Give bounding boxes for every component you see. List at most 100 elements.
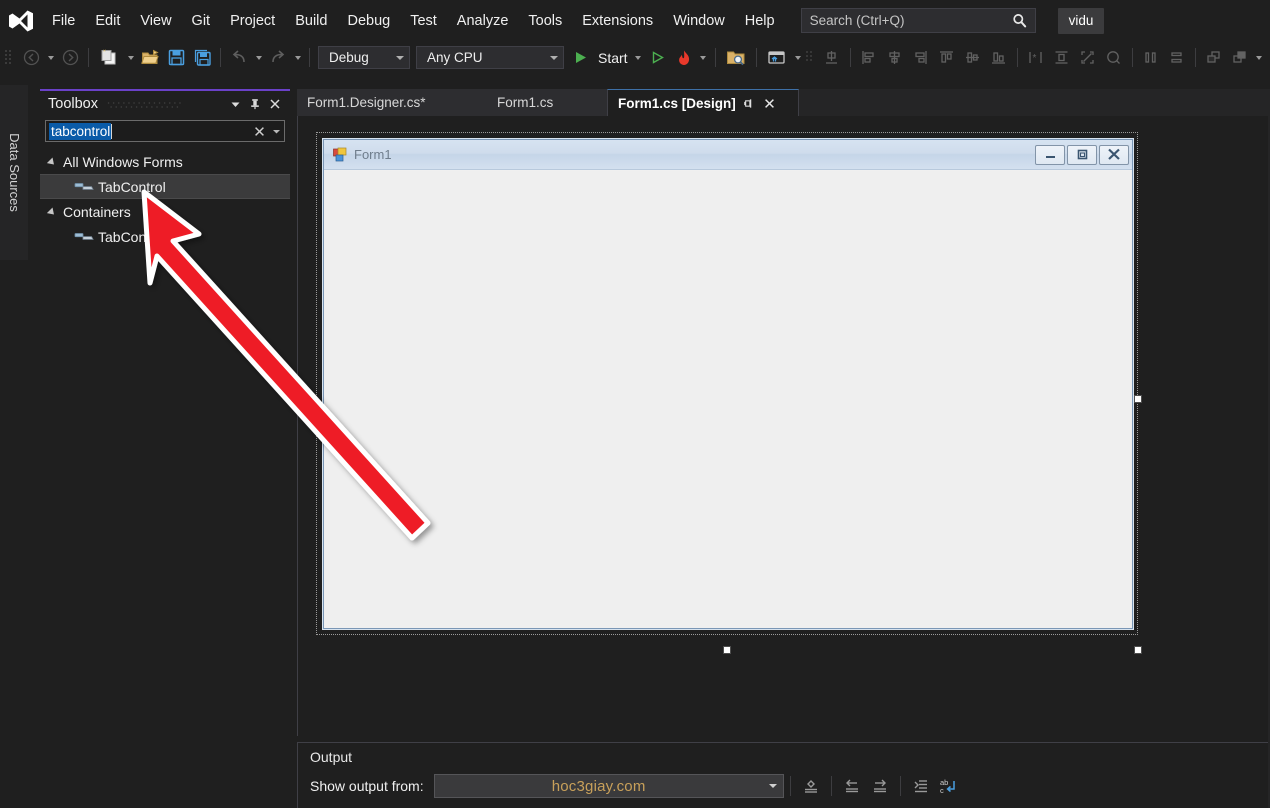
toolbox-item-tabcontrol[interactable]: TabControl	[40, 174, 290, 199]
tab-form1-cs-design[interactable]: Form1.cs [Design]	[607, 89, 799, 116]
menu-analyze[interactable]: Analyze	[448, 8, 518, 34]
output-toolbar-separator	[831, 776, 832, 796]
toggle-word-wrap-icon	[912, 777, 930, 795]
output-clear-all-button[interactable]	[797, 773, 825, 799]
size-to-grid-icon[interactable]	[1101, 45, 1127, 70]
output-next-message-button[interactable]	[866, 773, 894, 799]
form-minimize-button[interactable]	[1035, 145, 1065, 165]
menu-debug[interactable]: Debug	[338, 8, 399, 34]
tab-label: Form1.cs [Design]	[618, 96, 736, 111]
start-dropdown-icon[interactable]	[632, 45, 645, 70]
vertical-spacing-icon[interactable]	[1164, 45, 1190, 70]
drag-grip-icon[interactable]	[805, 48, 817, 68]
drag-grip-icon[interactable]	[4, 48, 16, 68]
sidebar-tab-data-sources[interactable]: Data Sources	[0, 85, 28, 260]
window-layout-dropdown-icon[interactable]	[792, 45, 805, 70]
winforms-form1[interactable]: Form1	[323, 139, 1133, 629]
pin-icon[interactable]	[740, 98, 757, 109]
form-client-area[interactable]	[324, 171, 1132, 628]
tab-form1-cs[interactable]: Form1.cs	[487, 89, 607, 116]
send-to-back-icon[interactable]	[1227, 45, 1253, 70]
configuration-combo[interactable]: Debug	[318, 46, 410, 69]
toolbox-item-label: TabCon	[98, 229, 146, 245]
play-icon[interactable]	[567, 45, 593, 70]
align-right-icon[interactable]	[908, 45, 934, 70]
form-close-button[interactable]	[1099, 145, 1129, 165]
align-to-grid-icon[interactable]	[819, 45, 845, 70]
align-center-icon[interactable]	[882, 45, 908, 70]
hot-reload-dropdown-icon[interactable]	[697, 45, 710, 70]
output-show-newline-button[interactable]: ab c	[935, 773, 963, 799]
start-button-label[interactable]: Start	[593, 50, 632, 66]
menu-help[interactable]: Help	[736, 8, 784, 34]
toolbox-group-all-windows-forms[interactable]: All Windows Forms	[40, 149, 290, 174]
align-middle-icon[interactable]	[960, 45, 986, 70]
horizontal-spacing-icon[interactable]	[1138, 45, 1164, 70]
clear-all-icon	[802, 777, 820, 795]
toolbar-overflow-icon[interactable]	[1253, 45, 1266, 70]
navigate-back-dropdown-icon[interactable]	[44, 45, 57, 70]
undo-icon[interactable]	[226, 45, 252, 70]
menu-window[interactable]: Window	[664, 8, 734, 34]
resize-handle-bottom-right[interactable]	[1134, 646, 1142, 654]
form-designer-surface[interactable]: Form1	[297, 116, 1270, 736]
winforms-app-icon	[332, 147, 348, 163]
redo-icon[interactable]	[265, 45, 291, 70]
save-icon[interactable]	[163, 45, 189, 70]
user-account-button[interactable]: vidu	[1058, 8, 1105, 34]
menu-git[interactable]: Git	[183, 8, 220, 34]
menu-file[interactable]: File	[43, 8, 84, 34]
redo-dropdown-icon[interactable]	[291, 45, 304, 70]
global-search-input[interactable]: Search (Ctrl+Q)	[801, 8, 1036, 33]
toolbox-dropdown-button[interactable]	[225, 94, 245, 114]
play-outline-icon[interactable]	[645, 45, 671, 70]
form-maximize-button[interactable]	[1067, 145, 1097, 165]
window-layout-icon[interactable]	[762, 45, 792, 70]
menu-tools[interactable]: Tools	[519, 8, 571, 34]
make-same-height-icon[interactable]	[1049, 45, 1075, 70]
menu-edit[interactable]: Edit	[86, 8, 129, 34]
clear-x-icon[interactable]	[250, 126, 268, 137]
navigate-forward-icon[interactable]	[57, 45, 83, 70]
resize-handle-middle-right[interactable]	[1134, 395, 1142, 403]
toolbar-separator	[1017, 48, 1018, 67]
toolbar-separator	[88, 48, 89, 67]
menu-extensions[interactable]: Extensions	[573, 8, 662, 34]
toolbox-title: Toolbox	[48, 96, 98, 112]
toolbox-item-tabcontrol-containers[interactable]: TabCon	[40, 224, 290, 249]
toolbox-group-containers[interactable]: Containers	[40, 199, 290, 224]
tabcontrol-icon	[70, 180, 98, 193]
triangle-expanded-icon[interactable]	[49, 158, 63, 166]
triangle-expanded-icon[interactable]	[49, 208, 63, 216]
navigate-back-icon[interactable]	[18, 45, 44, 70]
undo-dropdown-icon[interactable]	[252, 45, 265, 70]
make-same-size-icon[interactable]	[1075, 45, 1101, 70]
search-folder-icon[interactable]	[721, 45, 751, 70]
align-top-icon[interactable]	[934, 45, 960, 70]
chevron-down-icon[interactable]	[268, 127, 284, 136]
output-previous-message-button[interactable]	[838, 773, 866, 799]
save-all-icon[interactable]	[189, 45, 215, 70]
tabcontrol-icon	[70, 230, 98, 243]
menu-view[interactable]: View	[131, 8, 180, 34]
new-project-icon[interactable]	[94, 45, 124, 70]
menu-build[interactable]: Build	[286, 8, 336, 34]
make-same-width-icon[interactable]: *	[1023, 45, 1049, 70]
bring-to-front-icon[interactable]	[1201, 45, 1227, 70]
align-bottom-icon[interactable]	[986, 45, 1012, 70]
menu-project[interactable]: Project	[221, 8, 284, 34]
close-icon[interactable]	[761, 98, 778, 109]
toolbox-search-input[interactable]: tabcontrol	[45, 120, 285, 142]
toolbox-pin-button[interactable]	[245, 94, 265, 114]
hot-reload-flame-icon[interactable]	[671, 45, 697, 70]
output-source-combo[interactable]: hoc3giay.com	[434, 774, 784, 798]
output-word-wrap-button[interactable]	[907, 773, 935, 799]
align-left-icon[interactable]	[856, 45, 882, 70]
resize-handle-bottom-center[interactable]	[723, 646, 731, 654]
menu-test[interactable]: Test	[401, 8, 446, 34]
tab-form1-designer-cs[interactable]: Form1.Designer.cs*	[297, 89, 487, 116]
new-project-dropdown-icon[interactable]	[124, 45, 137, 70]
open-file-icon[interactable]	[137, 45, 163, 70]
platform-combo[interactable]: Any CPU	[416, 46, 564, 69]
toolbox-close-button[interactable]	[265, 94, 285, 114]
